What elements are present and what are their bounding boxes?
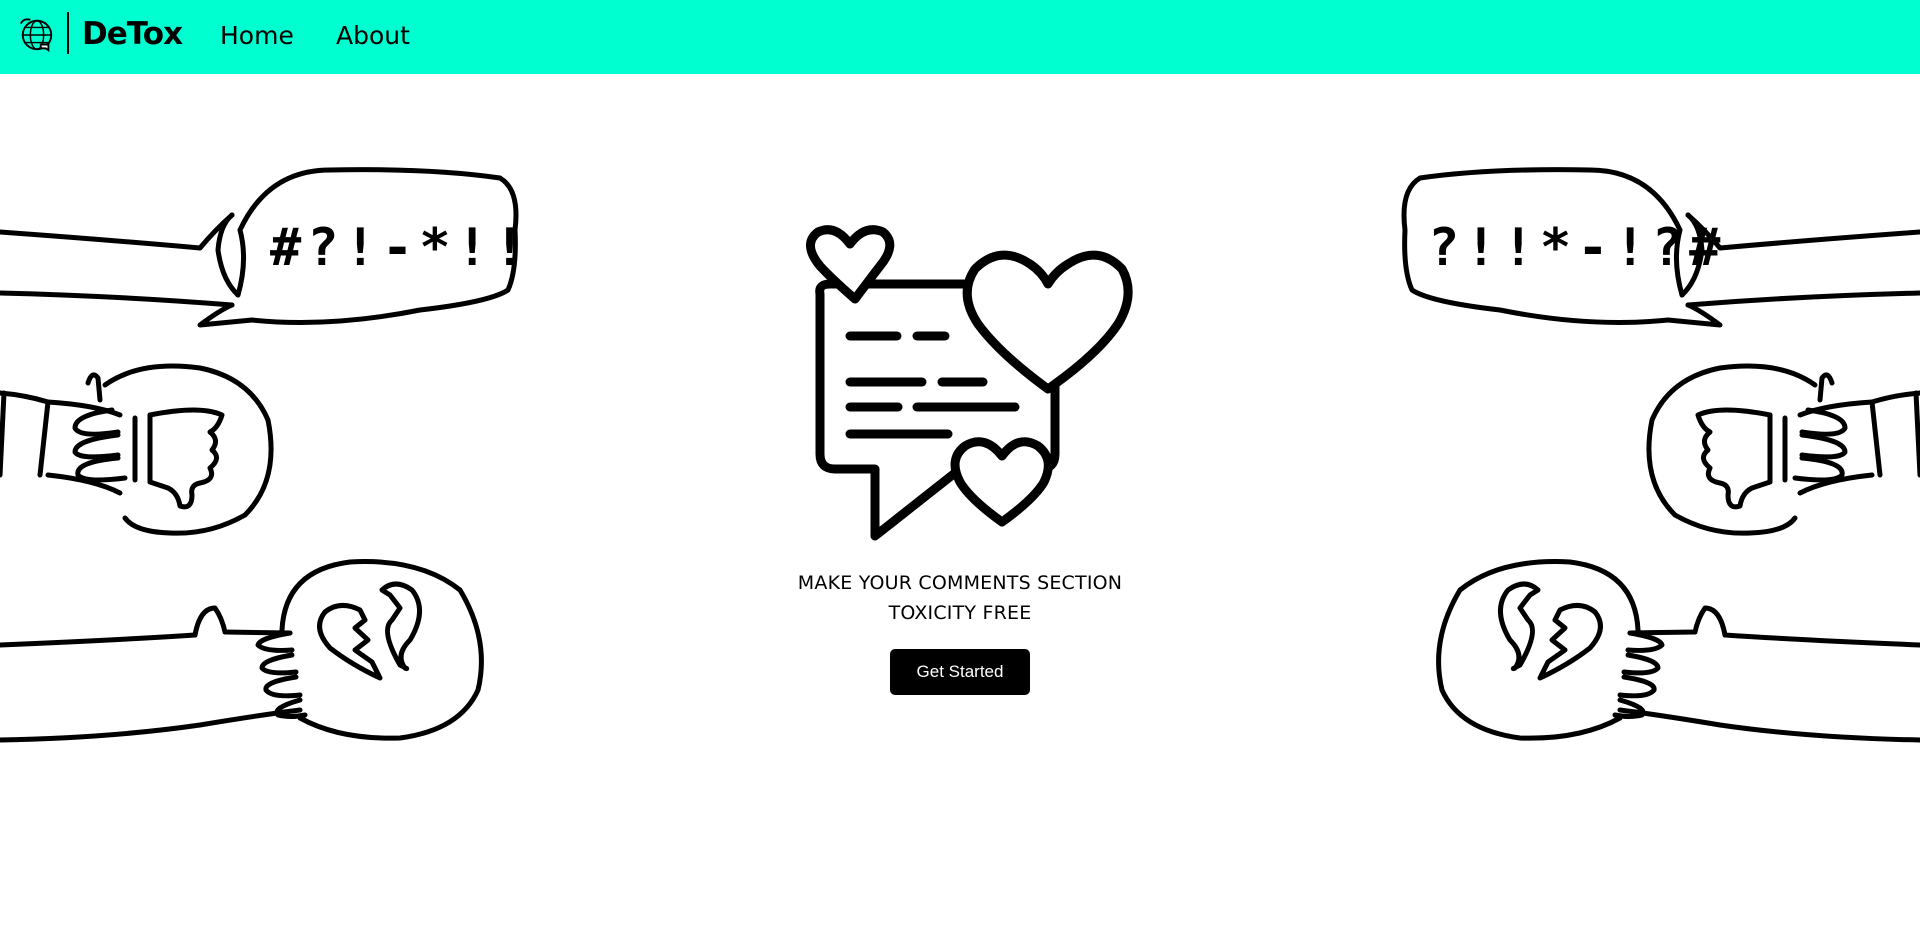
left-thumbs-down-hand — [0, 363, 274, 536]
hero-tagline: MAKE YOUR COMMENTS SECTION TOXICITY FREE — [760, 568, 1160, 628]
right-thumbs-down-hand — [1646, 363, 1920, 536]
chat-hearts-icon — [806, 225, 1133, 541]
get-started-button[interactable]: Get Started — [890, 649, 1030, 695]
navbar: DeTox Home About — [0, 0, 1920, 74]
hero-tagline-line1: MAKE YOUR COMMENTS SECTION — [797, 572, 1123, 594]
hero-tagline-line2: TOXICITY FREE — [888, 602, 1032, 624]
left-broken-heart-hand — [0, 559, 484, 743]
right-broken-heart-hand — [1436, 559, 1920, 743]
left-toxic-illustration: #?!-*!!? — [0, 167, 520, 743]
nav-link-home[interactable]: Home — [220, 19, 294, 53]
left-speech-bubble-text: #?!-*!!? — [270, 218, 520, 278]
nav-link-about[interactable]: About — [336, 19, 410, 53]
nav-divider — [67, 12, 69, 54]
globe-chat-icon[interactable] — [18, 16, 56, 54]
brand-logo-text[interactable]: DeTox — [82, 14, 183, 54]
right-speech-bubble-text: ?!!*-!?# — [1428, 218, 1726, 278]
right-toxic-illustration: ?!!*-!?# — [1401, 167, 1920, 743]
left-speech-bubble-hand: #?!-*!!? — [0, 167, 520, 328]
